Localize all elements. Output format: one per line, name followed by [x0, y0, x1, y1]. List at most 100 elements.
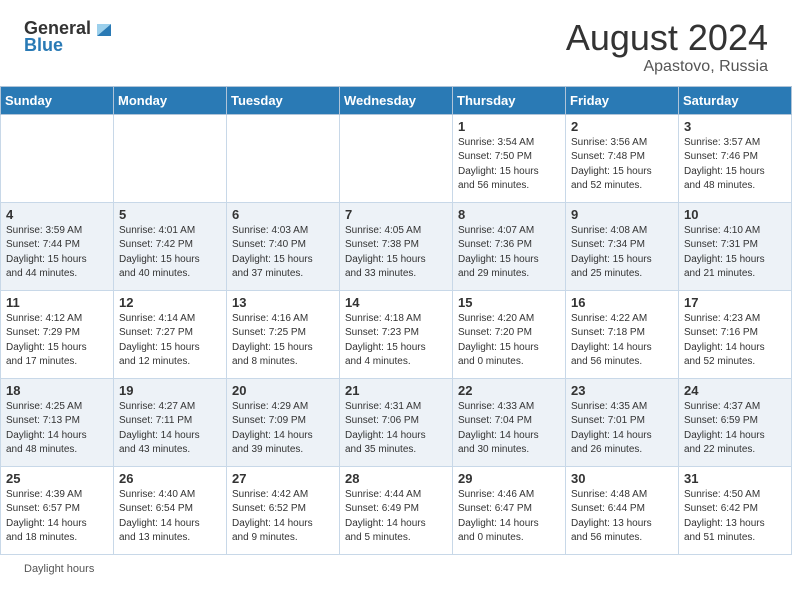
day-number: 25	[6, 471, 108, 486]
day-info: Sunrise: 4:27 AM Sunset: 7:11 PM Dayligh…	[119, 400, 221, 458]
calendar-week-row: 11Sunrise: 4:12 AM Sunset: 7:29 PM Dayli…	[1, 290, 792, 378]
calendar-cell: 11Sunrise: 4:12 AM Sunset: 7:29 PM Dayli…	[1, 290, 114, 378]
calendar-cell: 10Sunrise: 4:10 AM Sunset: 7:31 PM Dayli…	[679, 202, 792, 290]
calendar-cell: 15Sunrise: 4:20 AM Sunset: 7:20 PM Dayli…	[453, 290, 566, 378]
footer: Daylight hours	[0, 555, 792, 579]
day-number: 5	[119, 207, 221, 222]
calendar-table: SundayMondayTuesdayWednesdayThursdayFrid…	[0, 86, 792, 555]
calendar-cell: 17 Sunrise: 4:23 AM Sunset: 7:16 PM Dayli…	[679, 290, 792, 378]
calendar-cell	[1, 114, 114, 202]
day-info: Sunrise: 3:54 AM Sunset: 7:50 PM Dayligh…	[458, 136, 560, 194]
calendar-week-row: 4 Sunrise: 3:59 AM Sunset: 7:44 PM Daylig…	[1, 202, 792, 290]
calendar-cell: 25 Sunrise: 4:39 AM Sunset: 6:57 PM Dayli…	[1, 466, 114, 554]
day-info: Sunrise: 4:25 AM Sunset: 7:13 PM Dayligh…	[6, 400, 108, 458]
day-number: 30	[571, 471, 673, 486]
calendar-week-row: 18 Sunrise: 4:25 AM Sunset: 7:13 PM Dayli…	[1, 378, 792, 466]
calendar-cell: 21Sunrise: 4:31 AM Sunset: 7:06 PM Dayli…	[340, 378, 453, 466]
day-number: 24	[684, 383, 786, 398]
calendar-cell: 5 Sunrise: 4:01 AM Sunset: 7:42 PM Daylig…	[114, 202, 227, 290]
day-number: 16	[571, 295, 673, 310]
calendar-cell: 7Sunrise: 4:05 AM Sunset: 7:38 PM Daylig…	[340, 202, 453, 290]
day-info: Sunrise: 4:07 AM Sunset: 7:36 PM Dayligh…	[458, 224, 560, 282]
calendar-cell: 8 Sunrise: 4:07 AM Sunset: 7:36 PM Daylig…	[453, 202, 566, 290]
day-of-week-header: Tuesday	[227, 86, 340, 114]
day-number: 26	[119, 471, 221, 486]
day-number: 18	[6, 383, 108, 398]
calendar-cell: 26 Sunrise: 4:40 AM Sunset: 6:54 PM Dayli…	[114, 466, 227, 554]
day-info: Sunrise: 4:44 AM Sunset: 6:49 PM Dayligh…	[345, 488, 447, 546]
day-info: Sunrise: 4:14 AM Sunset: 7:27 PM Dayligh…	[119, 312, 221, 370]
calendar-cell	[340, 114, 453, 202]
calendar-cell: 23 Sunrise: 4:35 AM Sunset: 7:01 PM Dayli…	[566, 378, 679, 466]
day-number: 3	[684, 119, 786, 134]
day-number: 8	[458, 207, 560, 222]
day-number: 19	[119, 383, 221, 398]
day-number: 10	[684, 207, 786, 222]
calendar-cell: 27Sunrise: 4:42 AM Sunset: 6:52 PM Dayli…	[227, 466, 340, 554]
day-number: 6	[232, 207, 334, 222]
calendar-cell: 20 Sunrise: 4:29 AM Sunset: 7:09 PM Dayli…	[227, 378, 340, 466]
day-number: 23	[571, 383, 673, 398]
calendar-cell: 3 Sunrise: 3:57 AM Sunset: 7:46 PM Daylig…	[679, 114, 792, 202]
calendar-cell: 6 Sunrise: 4:03 AM Sunset: 7:40 PM Daylig…	[227, 202, 340, 290]
logo-icon	[93, 18, 115, 40]
calendar-cell: 31 Sunrise: 4:50 AM Sunset: 6:42 PM Dayli…	[679, 466, 792, 554]
day-info: Sunrise: 4:35 AM Sunset: 7:01 PM Dayligh…	[571, 400, 673, 458]
calendar-header-row: SundayMondayTuesdayWednesdayThursdayFrid…	[1, 86, 792, 114]
month-year-title: August 2024	[566, 18, 768, 58]
calendar-cell: 24 Sunrise: 4:37 AM Sunset: 6:59 PM Dayli…	[679, 378, 792, 466]
day-info: Sunrise: 4:05 AM Sunset: 7:38 PM Dayligh…	[345, 224, 447, 282]
day-info: Sunrise: 3:59 AM Sunset: 7:44 PM Dayligh…	[6, 224, 108, 282]
logo-blue: Blue	[24, 36, 63, 56]
calendar-cell: 14 Sunrise: 4:18 AM Sunset: 7:23 PM Dayli…	[340, 290, 453, 378]
calendar-cell: 13Sunrise: 4:16 AM Sunset: 7:25 PM Dayli…	[227, 290, 340, 378]
day-info: Sunrise: 4:48 AM Sunset: 6:44 PM Dayligh…	[571, 488, 673, 546]
day-info: Sunrise: 4:23 AM Sunset: 7:16 PM Dayligh…	[684, 312, 786, 370]
day-info: Sunrise: 4:46 AM Sunset: 6:47 PM Dayligh…	[458, 488, 560, 546]
calendar-cell: 9Sunrise: 4:08 AM Sunset: 7:34 PM Daylig…	[566, 202, 679, 290]
calendar-cell: 28 Sunrise: 4:44 AM Sunset: 6:49 PM Dayli…	[340, 466, 453, 554]
day-number: 13	[232, 295, 334, 310]
location-subtitle: Apastovo, Russia	[566, 58, 768, 76]
calendar-week-row: 1 Sunrise: 3:54 AM Sunset: 7:50 PM Daylig…	[1, 114, 792, 202]
day-number: 4	[6, 207, 108, 222]
calendar-cell: 16Sunrise: 4:22 AM Sunset: 7:18 PM Dayli…	[566, 290, 679, 378]
day-number: 29	[458, 471, 560, 486]
day-info: Sunrise: 4:42 AM Sunset: 6:52 PM Dayligh…	[232, 488, 334, 546]
day-info: Sunrise: 4:40 AM Sunset: 6:54 PM Dayligh…	[119, 488, 221, 546]
day-number: 11	[6, 295, 108, 310]
day-info: Sunrise: 4:37 AM Sunset: 6:59 PM Dayligh…	[684, 400, 786, 458]
day-number: 20	[232, 383, 334, 398]
logo: General Blue	[24, 18, 115, 56]
calendar-cell	[227, 114, 340, 202]
day-number: 15	[458, 295, 560, 310]
day-info: Sunrise: 4:29 AM Sunset: 7:09 PM Dayligh…	[232, 400, 334, 458]
day-of-week-header: Saturday	[679, 86, 792, 114]
day-info: Sunrise: 4:31 AM Sunset: 7:06 PM Dayligh…	[345, 400, 447, 458]
day-info: Sunrise: 3:57 AM Sunset: 7:46 PM Dayligh…	[684, 136, 786, 194]
calendar-cell: 12Sunrise: 4:14 AM Sunset: 7:27 PM Dayli…	[114, 290, 227, 378]
calendar-cell: 18 Sunrise: 4:25 AM Sunset: 7:13 PM Dayli…	[1, 378, 114, 466]
calendar-cell: 22Sunrise: 4:33 AM Sunset: 7:04 PM Dayli…	[453, 378, 566, 466]
day-info: Sunrise: 3:56 AM Sunset: 7:48 PM Dayligh…	[571, 136, 673, 194]
daylight-label: Daylight hours	[24, 563, 94, 575]
day-info: Sunrise: 4:03 AM Sunset: 7:40 PM Dayligh…	[232, 224, 334, 282]
title-block: August 2024 Apastovo, Russia	[566, 18, 768, 76]
calendar-cell: 29 Sunrise: 4:46 AM Sunset: 6:47 PM Dayli…	[453, 466, 566, 554]
day-of-week-header: Wednesday	[340, 86, 453, 114]
calendar-cell: 2Sunrise: 3:56 AM Sunset: 7:48 PM Daylig…	[566, 114, 679, 202]
day-number: 31	[684, 471, 786, 486]
day-of-week-header: Monday	[114, 86, 227, 114]
calendar-cell: 4 Sunrise: 3:59 AM Sunset: 7:44 PM Daylig…	[1, 202, 114, 290]
day-info: Sunrise: 4:50 AM Sunset: 6:42 PM Dayligh…	[684, 488, 786, 546]
calendar-cell: 1 Sunrise: 3:54 AM Sunset: 7:50 PM Daylig…	[453, 114, 566, 202]
day-number: 14	[345, 295, 447, 310]
day-number: 28	[345, 471, 447, 486]
day-info: Sunrise: 4:08 AM Sunset: 7:34 PM Dayligh…	[571, 224, 673, 282]
day-info: Sunrise: 4:39 AM Sunset: 6:57 PM Dayligh…	[6, 488, 108, 546]
day-info: Sunrise: 4:18 AM Sunset: 7:23 PM Dayligh…	[345, 312, 447, 370]
calendar-cell: 19 Sunrise: 4:27 AM Sunset: 7:11 PM Dayli…	[114, 378, 227, 466]
day-number: 1	[458, 119, 560, 134]
day-number: 17	[684, 295, 786, 310]
day-info: Sunrise: 4:01 AM Sunset: 7:42 PM Dayligh…	[119, 224, 221, 282]
